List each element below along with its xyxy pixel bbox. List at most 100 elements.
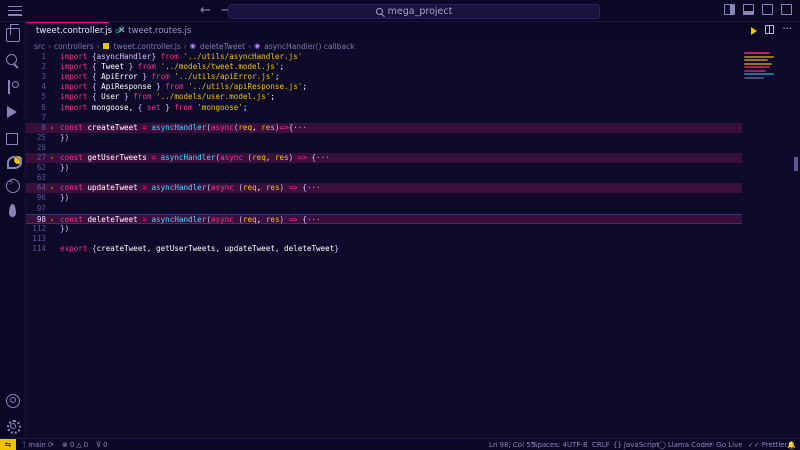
language-mode[interactable]: {} JavaScript (613, 441, 659, 449)
breadcrumb-item[interactable]: deleteTweet (200, 42, 245, 51)
prettier-status[interactable]: ✓✓ Prettier (748, 441, 787, 449)
customize-layout-icon[interactable] (781, 4, 792, 15)
search-icon (375, 7, 383, 15)
fold-chevron-icon[interactable]: › (50, 123, 54, 133)
code-token: ; (242, 102, 248, 112)
code-token: ··· (306, 214, 321, 224)
fold-chevron-icon[interactable]: › (50, 183, 54, 193)
code-line[interactable]: 26 (26, 143, 742, 153)
code-token: import (60, 102, 93, 112)
branch-indicator[interactable]: ᛉ main ⟳ (22, 441, 54, 449)
activity-bar (0, 22, 26, 438)
breadcrumb-item[interactable]: tweet.controller.js (114, 42, 181, 51)
code-line[interactable]: 62}) (26, 163, 742, 173)
back-arrow-icon[interactable]: ← (200, 3, 211, 19)
code-line[interactable]: 63 (26, 173, 742, 183)
code-line[interactable]: 98 › const deleteTweet = asyncHandler(asyn… (26, 213, 742, 224)
toggle-panel-icon[interactable] (743, 4, 754, 15)
code-line[interactable]: 6 import mongoose, { set } from 'mongoose… (26, 103, 742, 113)
code-token: '../models/user.model.js' (156, 92, 271, 102)
code-token: getUserTweets (87, 153, 152, 162)
ports-indicator[interactable]: ⊽ 0 (96, 441, 108, 449)
breadcrumb-item[interactable]: asyncHandler() callback (264, 42, 354, 51)
code-token: const (60, 214, 88, 224)
route-file-icon: ☍ (115, 25, 125, 36)
code-token: ) (288, 153, 298, 162)
llama-coder-status[interactable]: ◯ Llama Coder (658, 441, 712, 449)
code-token: createTweet (87, 122, 143, 132)
line-number: 5 (41, 92, 46, 102)
account-icon[interactable] (6, 394, 20, 408)
breadcrumb-item[interactable]: src (34, 42, 45, 51)
code-line[interactable]: 25}) (26, 133, 742, 143)
code-line[interactable]: 27 › const getUserTweets = asyncHandler(as… (26, 153, 742, 163)
line-number: 6 (41, 102, 46, 112)
tab-tweet-controller[interactable]: tweet.controller.js ✕ (26, 22, 126, 39)
source-control-icon[interactable] (6, 80, 20, 94)
code-line[interactable]: 8 › const createTweet = asyncHandler(async… (26, 122, 742, 133)
breadcrumb-item[interactable]: controllers (54, 42, 94, 51)
code-line[interactable]: 1 import {asyncHandler} from '../utils/as… (26, 52, 742, 62)
notifications-icon[interactable]: 🔔 (787, 441, 796, 449)
code-token: ) (279, 183, 289, 193)
remote-indicator-icon[interactable]: ⇋ (0, 438, 16, 450)
language-label: JavaScript (623, 441, 660, 449)
command-center-search[interactable]: mega_project (228, 4, 600, 19)
tab-tweet-routes[interactable]: ☍ tweet.routes.js (109, 22, 192, 39)
fold-chevron-icon[interactable]: › (50, 153, 54, 163)
tab-label: tweet.routes.js (128, 25, 192, 36)
code-token: const (60, 122, 88, 132)
mongodb-icon[interactable] (6, 204, 20, 218)
code-token: ··· (316, 153, 330, 162)
search-view-icon[interactable] (6, 54, 20, 68)
code-line[interactable]: 114 export {createTweet, getUserTweets, u… (26, 244, 742, 254)
menu-icon[interactable] (8, 5, 22, 16)
line-ending[interactable]: CRLF (592, 441, 610, 449)
scrollbar-thumb[interactable] (794, 157, 798, 171)
run-icon[interactable] (751, 27, 758, 35)
check-icon: ✓✓ (748, 441, 760, 449)
remote-explorer-icon[interactable] (6, 154, 22, 169)
broadcast-icon: ☉ (708, 441, 715, 449)
ports-count: 0 (103, 441, 108, 449)
error-count: 0 (69, 441, 75, 449)
problems-indicator[interactable]: ⊗ 0 △ 0 (62, 441, 88, 449)
code-line[interactable]: 64 › const updateTweet = asyncHandler(asyn… (26, 183, 742, 194)
explorer-icon[interactable] (6, 24, 20, 42)
code-line[interactable]: 97 (26, 204, 742, 214)
code-line[interactable]: 2 import { Tweet } from '../models/tweet.… (26, 62, 742, 72)
encoding[interactable]: UTF-8 (567, 441, 587, 449)
code-line[interactable]: 112}) (26, 224, 742, 234)
error-icon: ⊗ (62, 441, 68, 449)
code-token: import (60, 52, 93, 61)
code-token: async (210, 122, 234, 132)
extensions-icon[interactable] (6, 130, 20, 145)
line-number: 7 (41, 112, 46, 122)
run-debug-icon[interactable] (6, 105, 20, 119)
toggle-secondary-sidebar-icon[interactable] (762, 4, 773, 15)
editor-actions: ··· (751, 25, 792, 35)
gear-icon[interactable] (6, 419, 21, 434)
more-actions-icon[interactable]: ··· (782, 25, 792, 35)
indentation[interactable]: Spaces: 4 (533, 441, 567, 449)
split-editor-icon[interactable] (765, 25, 775, 34)
code-line[interactable]: 96}) (26, 193, 742, 203)
code-line[interactable]: 5 import { User } from '../models/user.mo… (26, 92, 742, 102)
minimap[interactable] (744, 52, 792, 92)
thunder-client-icon[interactable] (6, 178, 20, 193)
code-token: ApiResponse (101, 82, 157, 92)
toggle-sidebar-icon[interactable] (724, 4, 735, 15)
warning-count: 0 (83, 441, 89, 449)
code-token: } (334, 243, 339, 253)
code-line[interactable]: 3 import { ApiError } from '../utils/apiE… (26, 72, 742, 82)
code-token: '../utils/asyncHandler.js' (183, 52, 303, 61)
cursor-position[interactable]: Ln 98, Col 55 (489, 441, 535, 449)
braces-icon: {} (613, 441, 622, 449)
code-line[interactable]: 113 (26, 234, 742, 244)
code-editor[interactable]: 1 import {asyncHandler} from '../utils/as… (26, 52, 800, 438)
code-line[interactable]: 4 import { ApiResponse } from '../utils/a… (26, 82, 742, 92)
line-number: 8 (41, 122, 46, 132)
go-live-button[interactable]: ☉ Go Live (708, 441, 743, 449)
code-token: deleteTweet (87, 214, 143, 224)
code-line[interactable]: 7 (26, 113, 742, 123)
